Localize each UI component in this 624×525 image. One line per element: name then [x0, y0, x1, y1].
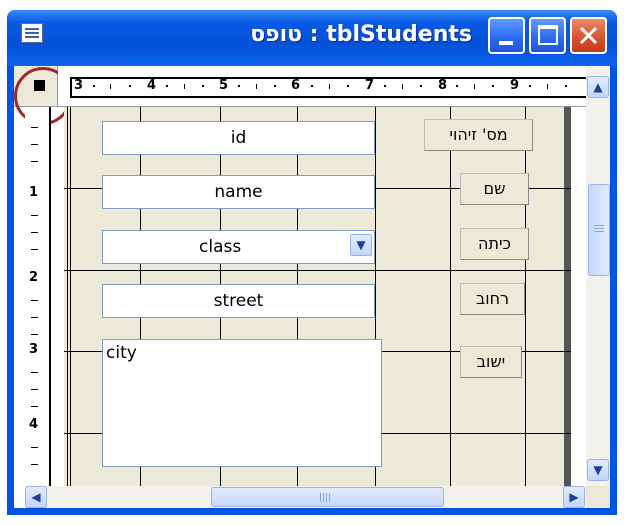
chevron-left-icon: ◀: [31, 490, 41, 504]
name-label[interactable]: שם: [460, 173, 529, 205]
title-bar[interactable]: טופס : tblStudents: [7, 10, 617, 66]
ruler-label: 1: [29, 185, 39, 200]
size-grip: [586, 486, 610, 508]
ruler-label: 6: [291, 78, 301, 93]
id-label[interactable]: מס' זיהוי: [424, 119, 533, 151]
ruler-label: 7: [365, 78, 375, 93]
window-title: טופס : tblStudents: [250, 22, 472, 47]
ruler-label: 2: [29, 270, 39, 285]
scroll-right-button[interactable]: ▶: [563, 486, 585, 508]
chevron-up-icon: ▲: [593, 80, 603, 94]
name-field[interactable]: name: [102, 175, 375, 209]
street-label[interactable]: רחוב: [460, 283, 525, 315]
street-field[interactable]: street: [102, 284, 375, 318]
class-label[interactable]: כיתה: [460, 228, 529, 260]
form-window: טופס : tblStudents 3 4 5 6 7 8 9 1 2 3 4…: [7, 10, 617, 515]
city-label[interactable]: ישוב: [460, 346, 522, 378]
minimize-button[interactable]: [488, 17, 525, 54]
class-field-text: class: [199, 237, 242, 257]
vertical-scrollbar[interactable]: ▲ ▼: [586, 66, 610, 486]
horizontal-ruler: 3 4 5 6 7 8 9: [58, 66, 586, 107]
horizontal-scrollbar[interactable]: ◀ ▶: [25, 486, 597, 508]
ruler-label: 4: [147, 78, 157, 93]
ruler-label: 9: [510, 78, 520, 93]
close-button[interactable]: [570, 17, 607, 54]
ruler-label: 3: [29, 342, 39, 357]
minimize-icon: [499, 41, 513, 45]
city-field[interactable]: city: [102, 339, 382, 467]
detail-section-grid[interactable]: id מס' זיהוי name שם class ▼ כיתה street…: [64, 107, 571, 487]
class-combobox[interactable]: class ▼: [102, 230, 375, 264]
ruler-label: 3: [74, 78, 84, 93]
ruler-label: 5: [219, 78, 229, 93]
id-field[interactable]: id: [102, 121, 375, 155]
vertical-scroll-thumb[interactable]: [588, 184, 610, 276]
ruler-label: 4: [29, 417, 39, 432]
form-window-icon[interactable]: [21, 23, 43, 43]
vertical-ruler: 1 2 3 4: [25, 107, 51, 487]
scroll-left-button[interactable]: ◀: [25, 486, 47, 508]
horizontal-scroll-thumb[interactable]: [211, 487, 444, 507]
chevron-down-icon: ▼: [593, 463, 603, 477]
maximize-icon: [538, 25, 558, 45]
ruler-label: 8: [438, 78, 448, 93]
close-icon: [579, 26, 598, 45]
form-design-view: 3 4 5 6 7 8 9 1 2 3 4 id מס' זיהוי name …: [14, 66, 610, 508]
maximize-button[interactable]: [529, 17, 566, 54]
scroll-up-button[interactable]: ▲: [587, 76, 609, 98]
scroll-down-button[interactable]: ▼: [587, 459, 609, 481]
chevron-down-icon[interactable]: ▼: [350, 234, 372, 256]
chevron-right-icon: ▶: [569, 490, 579, 504]
